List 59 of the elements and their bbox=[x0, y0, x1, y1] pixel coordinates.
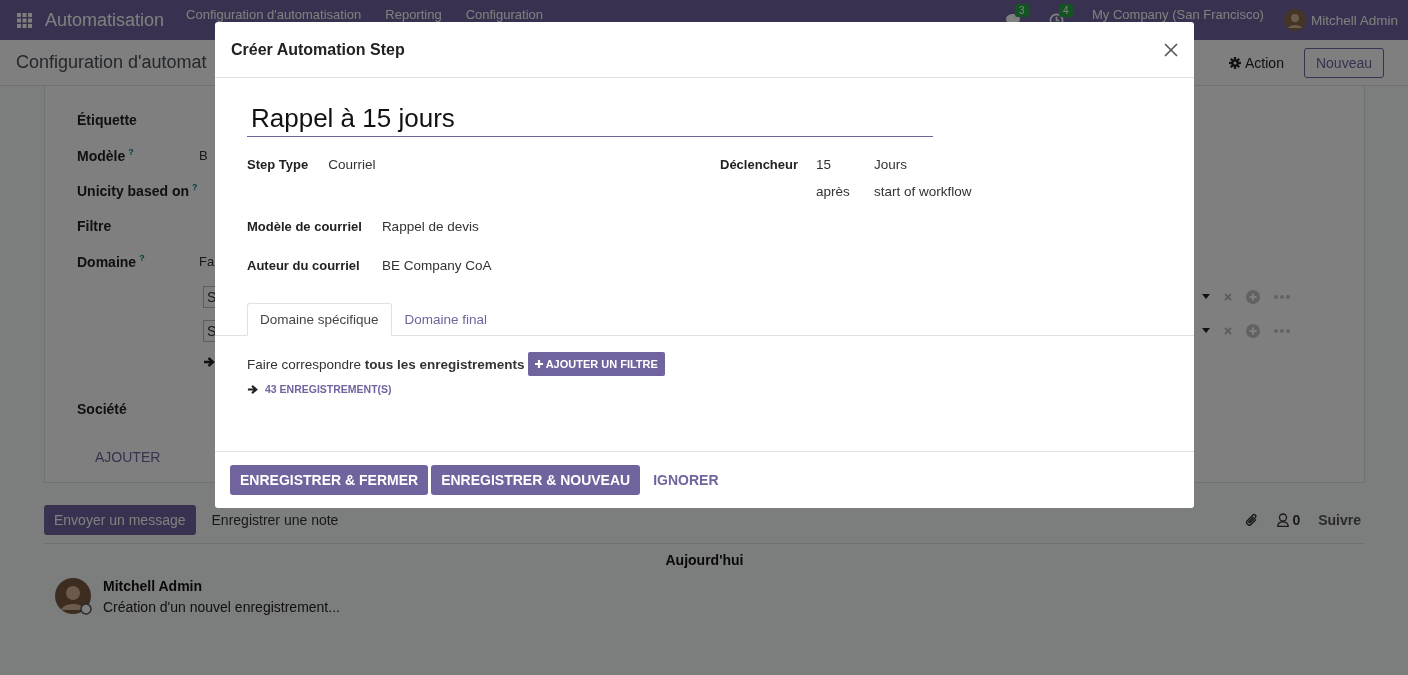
field-label: Domaine $^{?}$ bbox=[77, 253, 146, 271]
user-avatar-icon[interactable] bbox=[1283, 9, 1306, 31]
field-label: Société bbox=[77, 401, 128, 418]
plus-icon bbox=[534, 360, 543, 368]
send-message-button[interactable]: Envoyer un message bbox=[44, 505, 196, 535]
follow-button[interactable]: Suivre bbox=[1318, 512, 1361, 528]
action-menu[interactable]: Action bbox=[1223, 53, 1290, 72]
field-label: Step Type bbox=[247, 157, 309, 172]
message-count-badge: 3 bbox=[1015, 4, 1029, 17]
delay-unit-field[interactable]: Jours bbox=[874, 157, 972, 172]
log-note-button[interactable]: Enregistrer une note bbox=[195, 505, 355, 535]
date-separator: Aujourd'hui bbox=[664, 552, 745, 568]
field-label: Modèle $^{?}$ bbox=[77, 146, 135, 164]
menu-item[interactable]: Reporting bbox=[385, 6, 442, 22]
field-value[interactable]: BE Company CoA bbox=[381, 258, 492, 273]
followers-button[interactable]: 0 bbox=[1277, 512, 1301, 528]
field-value[interactable]: Rappel de devis bbox=[381, 219, 492, 234]
message-author: Mitchell Admin bbox=[103, 578, 204, 594]
menu-item[interactable]: Configuration bbox=[465, 6, 543, 22]
field-label: Filtre bbox=[77, 218, 113, 235]
caret-icon[interactable] bbox=[1202, 294, 1210, 299]
field-label: Auteur du courriel bbox=[247, 258, 361, 273]
field-label: Étiquette bbox=[77, 111, 138, 128]
apps-menu-icon[interactable] bbox=[17, 12, 32, 28]
save-button[interactable]: ENREGISTRER & FERMER bbox=[230, 465, 429, 495]
user-menu[interactable]: Mitchell Admin bbox=[1310, 12, 1398, 28]
delay-number-field[interactable]: 15 bbox=[816, 157, 874, 172]
trigger-relation-field[interactable]: après bbox=[816, 184, 874, 199]
new-button[interactable]: Nouveau bbox=[1303, 47, 1384, 78]
field-value[interactable]: Courriel bbox=[328, 157, 376, 172]
field-label: Unicity based on $^{?}$ bbox=[77, 182, 199, 200]
field-label: Déclencheur bbox=[720, 157, 800, 172]
domain-summary: Faire correspondre tous les enregistrements bbox=[247, 356, 525, 372]
arrow-right-icon bbox=[203, 355, 215, 368]
menu-item[interactable]: Configuration d'automatisation bbox=[186, 6, 362, 22]
author-avatar-icon bbox=[55, 578, 93, 616]
caret-icon[interactable] bbox=[1202, 328, 1210, 333]
app-name[interactable]: Automatisation bbox=[45, 9, 165, 31]
company-switcher[interactable]: My Company (San Francisco) bbox=[1092, 6, 1264, 22]
name-input-field[interactable]: Rappel à 15 jours bbox=[247, 103, 933, 137]
arrow-right-icon bbox=[247, 383, 258, 395]
tab[interactable]: Domaine spécifique bbox=[247, 303, 392, 336]
breadcrumb: Configuration d'automat bbox=[16, 52, 207, 73]
save-button[interactable]: ENREGISTRER & NOUVEAU bbox=[431, 465, 641, 495]
message-text: Création d'un nouvel enregistrement... bbox=[103, 599, 340, 615]
dialog-title: Créer Automation Step bbox=[231, 40, 405, 59]
discard-button[interactable]: IGNORER bbox=[643, 465, 729, 495]
paperclip-icon[interactable] bbox=[1245, 512, 1260, 528]
gear-icon bbox=[1229, 56, 1242, 69]
field-value: B bbox=[199, 147, 208, 163]
activity-count-badge: 4 bbox=[1059, 3, 1073, 17]
person-icon bbox=[1277, 513, 1290, 527]
tab[interactable]: Domaine final bbox=[391, 303, 501, 336]
field-value: Fa bbox=[199, 254, 215, 270]
record-count-link[interactable]: 43 ENREGISTREMENT(S) bbox=[265, 383, 392, 395]
close-icon[interactable] bbox=[1164, 42, 1178, 57]
add-filter-button[interactable]: AJOUTER UN FILTRE bbox=[527, 352, 665, 376]
trigger-event-field[interactable]: start of workflow bbox=[874, 184, 972, 199]
field-label: Modèle de courriel bbox=[247, 219, 362, 234]
